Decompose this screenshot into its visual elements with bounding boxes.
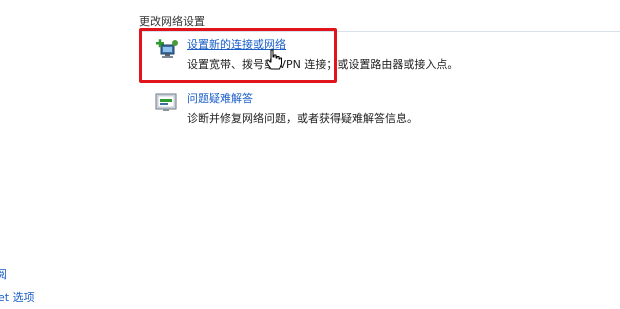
task-troubleshoot[interactable]: 问题疑难解答 诊断并修复网络问题，或者获得疑难解答信息。 — [155, 92, 475, 132]
troubleshoot-icon — [155, 92, 179, 114]
setup-new-connection-description: 设置宽带、拨号或 VPN 连接；或设置路由器或接入点。 — [187, 58, 459, 71]
task-setup-new-connection[interactable]: 设置新的连接或网络 设置宽带、拨号或 VPN 连接；或设置路由器或接入点。 — [155, 38, 475, 78]
troubleshoot-link[interactable]: 问题疑难解答 — [187, 92, 253, 106]
section-heading: 更改网络设置 — [139, 13, 620, 32]
left-panel-link-internet-options[interactable]: et 选项 — [0, 291, 35, 305]
network-settings-page: 更改网络设置 设置新的连接或网络 设置宽带、拨号或 VPN 连接；或设置路由器或… — [0, 0, 620, 309]
network-add-icon — [155, 38, 179, 60]
left-panel-link-1[interactable]: 阅 — [0, 268, 7, 282]
troubleshoot-description: 诊断并修复网络问题，或者获得疑难解答信息。 — [187, 112, 418, 125]
hand-cursor-icon — [266, 49, 282, 71]
